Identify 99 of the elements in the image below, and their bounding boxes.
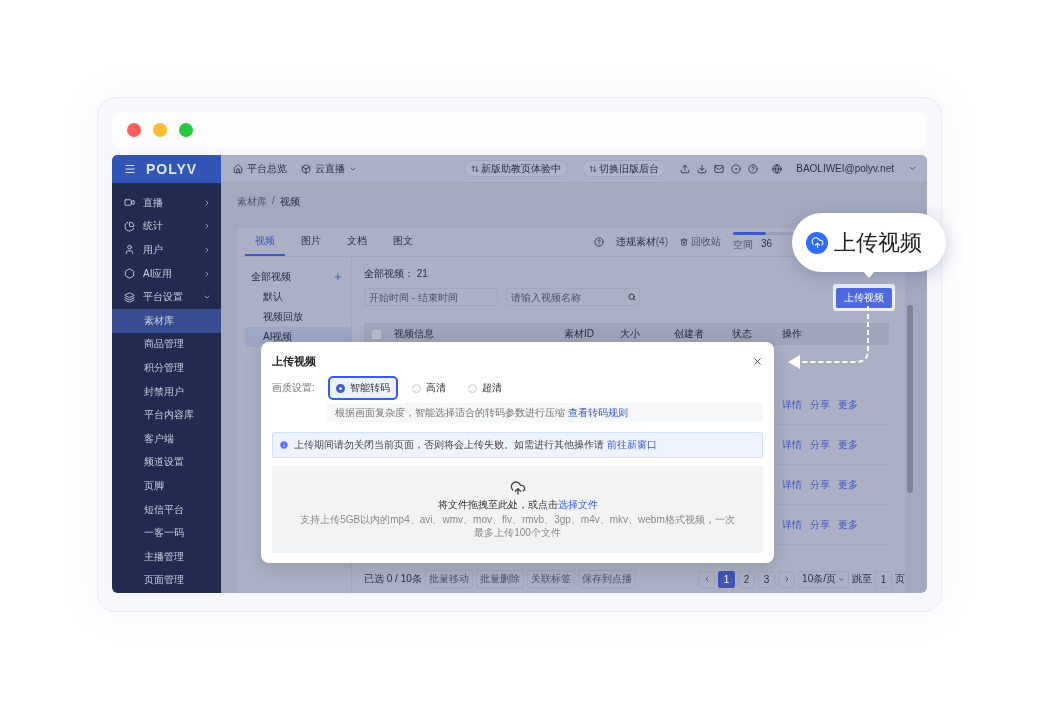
selection-count: 已选 0 / 10条 [364, 572, 422, 586]
search-field[interactable]: 请输入视频名称 [506, 288, 640, 306]
menu-item-icon [124, 244, 135, 256]
quality-label: 画质设置: [272, 381, 316, 395]
notice-text: 上传期间请勿关闭当前页面，否则将会上传失败。如需进行其他操作请 前往新窗口 [294, 438, 657, 452]
storage-value: 36 [761, 238, 773, 251]
caret-icon [838, 575, 845, 583]
quality-option[interactable]: 智能转码 [328, 376, 398, 400]
globe-icon[interactable] [772, 163, 783, 174]
home-icon [233, 163, 243, 174]
info-icon [279, 440, 289, 450]
record-icon[interactable] [731, 163, 742, 174]
callout-text: 上传视频 [834, 228, 922, 257]
sidebar-item[interactable]: 用户 [112, 238, 221, 262]
dialog-title: 上传视频 [272, 353, 316, 369]
swap-icon [589, 164, 598, 173]
swap-icon [471, 164, 480, 173]
sidebar-subitem[interactable]: 封禁用户 [112, 379, 221, 404]
recycle-bin-link[interactable]: 回收站 [691, 235, 721, 249]
page-size-select[interactable]: 10条/页 [798, 570, 849, 588]
quality-hint: 根据画面复杂度，智能选择适合的转码参数进行压缩 查看转码规则 [327, 403, 763, 422]
jump-label: 跳至 [852, 572, 872, 586]
breadcrumb-item[interactable]: 素材库 [237, 195, 267, 209]
column-header: 大小 [620, 327, 641, 341]
logo: POLYV [146, 161, 198, 177]
cube-icon [301, 163, 311, 174]
violations-link[interactable]: 违规素材(4) [615, 235, 668, 249]
scrollbar[interactable] [907, 305, 913, 493]
choose-file-link[interactable]: 选择文件 [557, 499, 598, 510]
tab[interactable]: 图片 [291, 228, 331, 256]
quality-option[interactable]: 超清 [460, 376, 510, 400]
new-window-link[interactable]: 前往新窗口 [606, 439, 657, 450]
upload-button[interactable]: 上传视频 [836, 287, 892, 308]
column-header: 操作 [782, 327, 803, 341]
column-header: 状态 [732, 327, 753, 341]
trash-icon [680, 238, 688, 246]
folder-item[interactable]: 全部视频 [245, 267, 351, 287]
caret-icon[interactable] [908, 164, 917, 173]
menu-item-icon [124, 220, 135, 232]
close-icon[interactable] [752, 355, 763, 367]
cloud-upload-icon [806, 231, 828, 254]
sidebar-item[interactable]: 直播 [112, 191, 221, 215]
drop-zone[interactable]: 将文件拖拽至此处，或点击选择文件 支持上传5GB以内的mp4、avi、wmv、mov、flv、rmvb、3gp、m4v、mkv、webm格式视频，一次最多上传100个文件 [272, 466, 763, 553]
drop-text: 将文件拖拽至此处，或点击选择文件 [437, 498, 598, 512]
sidebar-subitem[interactable]: 页面管理 [112, 568, 221, 593]
header-button[interactable]: 新版助教页体验中 [464, 160, 569, 177]
sidebar-subitem[interactable]: 商品管理 [112, 332, 221, 357]
format-note: 支持上传5GB以内的mp4、avi、wmv、mov、flv、rmvb、3gp、m4v、mkv、webm格式视频，一次最多上传100个文件 [299, 514, 736, 539]
column-header: 视频信息 [394, 327, 435, 341]
sidebar-subitem[interactable]: 素材库 [112, 308, 221, 333]
page-button[interactable]: 2 [738, 570, 756, 588]
tab[interactable]: 文档 [337, 228, 377, 256]
sidebar-subitem[interactable]: 页脚 [112, 474, 221, 498]
total-count: 全部视频： 21 [364, 267, 428, 281]
window-control-dot[interactable] [153, 123, 167, 137]
sidebar-subitem[interactable]: 一客一码 [112, 521, 221, 545]
upload-icon[interactable] [680, 163, 691, 174]
column-header: 素材ID [564, 327, 595, 341]
nav-item[interactable]: 云直播 [301, 161, 357, 176]
cloud-upload-icon [509, 480, 526, 496]
sidebar-subitem[interactable]: 积分管理 [112, 356, 221, 380]
header-button[interactable]: 切换旧版后台 [582, 160, 667, 177]
user-email[interactable]: BAOLIWEI@polyv.net [796, 163, 894, 174]
download-icon[interactable] [697, 163, 708, 174]
add-icon[interactable] [333, 272, 343, 282]
checkbox[interactable] [372, 329, 381, 339]
breadcrumb-item[interactable]: 视频 [279, 195, 300, 209]
nav-item[interactable]: 平台总览 [233, 161, 287, 176]
rules-link[interactable]: 查看转码规则 [567, 406, 628, 418]
date-range-field[interactable]: 开始时间 - 结束时间 [364, 288, 498, 306]
window-control-dot[interactable] [127, 123, 141, 137]
sidebar-subitem[interactable]: 短信平台 [112, 497, 221, 522]
folder-item[interactable]: 默认 [245, 287, 351, 307]
sidebar-subitem[interactable]: 平台内容库 [112, 403, 221, 427]
sidebar-item[interactable]: 平台设置 [112, 285, 221, 309]
mail-icon[interactable] [714, 163, 725, 174]
menu-item-icon [124, 268, 135, 280]
menu-item-icon [124, 197, 135, 209]
help-icon[interactable] [748, 163, 759, 174]
quality-option[interactable]: 高清 [404, 376, 454, 400]
sidebar-item[interactable]: 统计 [112, 214, 221, 239]
page-input[interactable]: 1 [875, 570, 892, 588]
folder-item[interactable]: 视频回放 [245, 307, 351, 327]
menu-item-icon [124, 291, 135, 303]
sidebar-subitem[interactable]: 频道设置 [112, 450, 221, 475]
sidebar-item[interactable]: AI应用 [112, 261, 221, 286]
column-header: 创建者 [674, 327, 705, 341]
search-icon [628, 293, 636, 301]
storage-label: 空间 [733, 238, 753, 252]
help-icon[interactable] [593, 237, 604, 247]
menu-icon[interactable] [124, 163, 136, 175]
page-button[interactable]: 1 [718, 570, 736, 588]
breadcrumb-separator: / [272, 195, 275, 206]
tab[interactable]: 图文 [383, 228, 423, 256]
window-control-dot[interactable] [179, 123, 193, 137]
sidebar-subitem[interactable]: 主播管理 [112, 544, 221, 569]
page-button[interactable]: 3 [758, 570, 776, 588]
sidebar-subitem[interactable]: 客户端 [112, 426, 221, 451]
page-unit: 页 [895, 572, 905, 586]
